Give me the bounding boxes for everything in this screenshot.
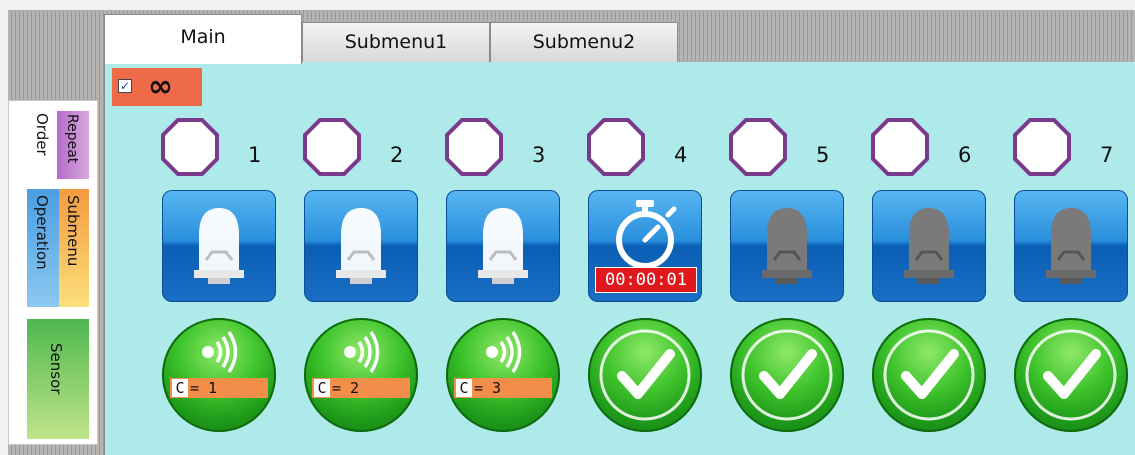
step-number: 4 bbox=[674, 143, 688, 167]
block-palette: Order Repeat Operation Submenu Sensor bbox=[8, 100, 98, 445]
sensor-circle[interactable]: C = 2 bbox=[304, 318, 418, 432]
step-number: 3 bbox=[532, 143, 546, 167]
counter-prefix: C bbox=[172, 379, 188, 397]
light-bulb-off-icon bbox=[1046, 208, 1096, 284]
octagon-icon[interactable] bbox=[303, 118, 361, 176]
step-number: 5 bbox=[816, 143, 830, 167]
light-on-tile[interactable] bbox=[162, 190, 276, 302]
timer-tile[interactable]: 00:00:01 bbox=[588, 190, 702, 302]
octagon-icon[interactable] bbox=[445, 118, 503, 176]
octagon-icon[interactable] bbox=[1013, 118, 1071, 176]
step-number: 7 bbox=[1100, 143, 1114, 167]
palette-operation[interactable]: Operation bbox=[27, 189, 59, 307]
sensor-wave-icon bbox=[202, 331, 238, 373]
counter-prefix: C bbox=[456, 379, 472, 397]
checkmark-icon bbox=[1025, 329, 1117, 421]
light-off-tile[interactable] bbox=[1014, 190, 1128, 302]
top-border bbox=[0, 0, 1135, 10]
palette-repeat[interactable]: Repeat bbox=[57, 111, 89, 179]
step-number: 6 bbox=[958, 143, 972, 167]
palette-repeat-label: Repeat bbox=[64, 114, 80, 164]
light-on-tile[interactable] bbox=[446, 190, 560, 302]
check-circle[interactable] bbox=[872, 318, 986, 432]
light-bulb-on-icon bbox=[336, 208, 386, 284]
counter-value: = 3 bbox=[474, 379, 502, 397]
checkmark-icon bbox=[599, 329, 691, 421]
palette-submenu-label: Submenu bbox=[64, 195, 82, 267]
counter-bar: C = 2 bbox=[312, 378, 410, 398]
infinite-loop-block[interactable]: ✓ ∞ bbox=[112, 68, 202, 106]
palette-operation-label: Operation bbox=[33, 195, 51, 270]
palette-order-label[interactable]: Order bbox=[33, 113, 51, 156]
palette-sensor-label: Sensor bbox=[47, 343, 65, 395]
tab-submenu1[interactable]: Submenu1 bbox=[302, 22, 490, 62]
octagon-icon[interactable] bbox=[161, 118, 219, 176]
checkmark-icon bbox=[741, 329, 833, 421]
counter-bar: C = 1 bbox=[170, 378, 268, 398]
loop-checkbox[interactable]: ✓ bbox=[118, 79, 132, 93]
counter-value: = 1 bbox=[190, 379, 218, 397]
left-border bbox=[0, 10, 8, 455]
light-bulb-on-icon bbox=[478, 208, 528, 284]
tab-main[interactable]: Main bbox=[104, 14, 302, 64]
light-bulb-off-icon bbox=[762, 208, 812, 284]
octagon-icon[interactable] bbox=[871, 118, 929, 176]
counter-bar: C = 3 bbox=[454, 378, 552, 398]
sensor-circle[interactable]: C = 3 bbox=[446, 318, 560, 432]
step-number: 1 bbox=[248, 143, 262, 167]
sensor-circle[interactable]: C = 1 bbox=[162, 318, 276, 432]
step-number: 2 bbox=[390, 143, 404, 167]
octagon-icon[interactable] bbox=[587, 118, 645, 176]
infinity-icon: ∞ bbox=[148, 69, 173, 104]
sensor-wave-icon bbox=[344, 331, 380, 373]
palette-submenu[interactable]: Submenu bbox=[59, 189, 89, 307]
octagon-icon[interactable] bbox=[729, 118, 787, 176]
tab-submenu2[interactable]: Submenu2 bbox=[490, 22, 678, 62]
light-bulb-on-icon bbox=[194, 208, 244, 284]
check-circle[interactable] bbox=[588, 318, 702, 432]
sensor-wave-icon bbox=[486, 331, 522, 373]
light-bulb-off-icon bbox=[904, 208, 954, 284]
light-off-tile[interactable] bbox=[730, 190, 844, 302]
timer-display: 00:00:01 bbox=[595, 267, 697, 293]
checkmark-icon bbox=[883, 329, 975, 421]
light-on-tile[interactable] bbox=[304, 190, 418, 302]
light-off-tile[interactable] bbox=[872, 190, 986, 302]
counter-value: = 2 bbox=[332, 379, 360, 397]
check-circle[interactable] bbox=[1014, 318, 1128, 432]
palette-sensor[interactable]: Sensor bbox=[27, 319, 89, 439]
check-circle[interactable] bbox=[730, 318, 844, 432]
counter-prefix: C bbox=[314, 379, 330, 397]
